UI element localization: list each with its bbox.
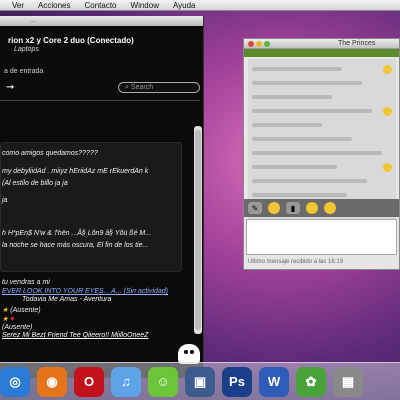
star-icon: ★ xyxy=(2,316,9,323)
zoom-icon[interactable] xyxy=(264,41,270,47)
user-personal-message[interactable]: Laptops xyxy=(14,46,39,53)
smiley-icon xyxy=(383,65,392,74)
chat-line xyxy=(252,165,337,169)
chat-line xyxy=(252,67,342,71)
chat-toolbar: ✎ ▮ xyxy=(244,199,399,217)
chat-line xyxy=(252,137,352,141)
contact-row[interactable]: tu vendras a mi xyxy=(2,279,50,286)
user-status-line[interactable]: rion x2 y Core 2 duo (Conectado) xyxy=(8,36,134,45)
contact-row[interactable]: (Al estilo de billo ja ja xyxy=(2,180,68,187)
contact-row[interactable]: (Ausente) xyxy=(2,324,32,331)
firefox-icon[interactable]: ◉ xyxy=(37,366,67,397)
close-icon[interactable] xyxy=(248,41,254,47)
contact-row[interactable]: ★ ♥ xyxy=(2,315,14,323)
chat-line xyxy=(252,95,332,99)
inbox-label[interactable]: a de entrada xyxy=(4,68,43,75)
heart-icon: ♥ xyxy=(10,316,15,323)
utility-icon[interactable]: ▦ xyxy=(333,366,363,397)
contact-list-scrollbar[interactable] xyxy=(194,126,202,334)
contact-group-panel xyxy=(0,142,182,272)
contact-row[interactable]: ★ (Ausente) xyxy=(2,306,41,314)
menu-ayuda[interactable]: Ayuda xyxy=(173,1,196,10)
wink-button[interactable] xyxy=(306,202,318,214)
chat-line xyxy=(252,81,362,85)
chat-line xyxy=(252,179,367,183)
scrollbar-thumb[interactable] xyxy=(195,130,201,330)
contact-row[interactable]: como amigos quedamos????? xyxy=(2,150,98,157)
minimize-icon[interactable] xyxy=(256,41,262,47)
search-input[interactable]: ⌕ Search xyxy=(118,82,200,93)
chat-line xyxy=(252,193,347,197)
last-message-status: Ultimo mensaje recibido a las 16:19 xyxy=(248,259,344,265)
star-icon: ★ xyxy=(2,307,9,314)
search-icon: ⌕ xyxy=(125,84,129,91)
chat-header-strip xyxy=(244,49,399,57)
chat-line xyxy=(252,109,372,113)
opera-icon[interactable]: O xyxy=(74,366,104,397)
chat-titlebar[interactable]: The Princes xyxy=(244,39,399,49)
chat-line xyxy=(252,151,382,155)
menu-window[interactable]: Window xyxy=(131,1,159,10)
contact-status: (Ausente) xyxy=(10,307,41,314)
chat-title: The Princes xyxy=(338,40,376,47)
menu-acciones[interactable]: Acciones xyxy=(38,1,70,10)
contact-row[interactable]: Serez Mi Bezt Friend Tee Qiieero!! Miill… xyxy=(2,332,148,339)
word-icon[interactable]: W xyxy=(259,366,289,397)
photoshop-icon[interactable]: Ps xyxy=(222,366,252,397)
contact-row[interactable]: ja xyxy=(2,197,7,204)
menu-contacto[interactable]: Contacto xyxy=(84,1,116,10)
contact-row[interactable]: EVER LOOK INTO YOUR EYES... A... (Sin ac… xyxy=(2,288,168,295)
contact-row[interactable]: la noche se hace más oscura, El fin de l… xyxy=(2,242,148,249)
iphoto-icon[interactable]: ▣ xyxy=(185,366,215,397)
smiley-button[interactable] xyxy=(324,202,336,214)
adium-icon[interactable]: ☺ xyxy=(148,366,178,397)
font-button[interactable]: ✎ xyxy=(248,202,262,214)
itunes-icon[interactable]: ♫ xyxy=(111,366,141,397)
chat-line xyxy=(252,123,322,127)
messenger-window: … rion x2 y Core 2 duo (Conectado) Lapto… xyxy=(0,16,204,378)
contact-row[interactable]: my debyliidAd . miiyz hEriidAz mE rEkuer… xyxy=(2,168,148,175)
dock: ◎ ◉ O ♫ ☺ ▣ Ps W ✿ ▦ xyxy=(0,362,400,400)
back-arrow-icon[interactable]: ➞ xyxy=(6,82,14,93)
smiley-icon xyxy=(383,163,392,172)
contact-row[interactable]: h H*pEn$ N'w & †hën ...Â§ Lõn9 â§ Yõü ßé… xyxy=(2,230,151,237)
ghost-icon xyxy=(178,344,200,364)
nudge-button[interactable]: ▮ xyxy=(286,202,300,214)
contact-row[interactable]: Todavia Me Amas - Aventura xyxy=(22,296,111,303)
menu-ver[interactable]: Ver xyxy=(12,1,24,10)
smiley-icon xyxy=(383,107,392,116)
safari-icon[interactable]: ◎ xyxy=(0,366,30,397)
chat-window: The Princes ✎ ▮ Ultimo mensaje recibido … xyxy=(243,38,400,270)
menubar: Ver Acciones Contacto Window Ayuda xyxy=(0,0,400,11)
message-input[interactable] xyxy=(246,219,397,255)
messenger-title: … xyxy=(30,18,36,24)
messenger-titlebar[interactable]: … xyxy=(0,16,203,26)
divider xyxy=(0,100,200,101)
search-placeholder: Search xyxy=(130,84,154,91)
messenger-icon[interactable]: ✿ xyxy=(296,366,326,397)
emoticon-button[interactable] xyxy=(268,202,280,214)
